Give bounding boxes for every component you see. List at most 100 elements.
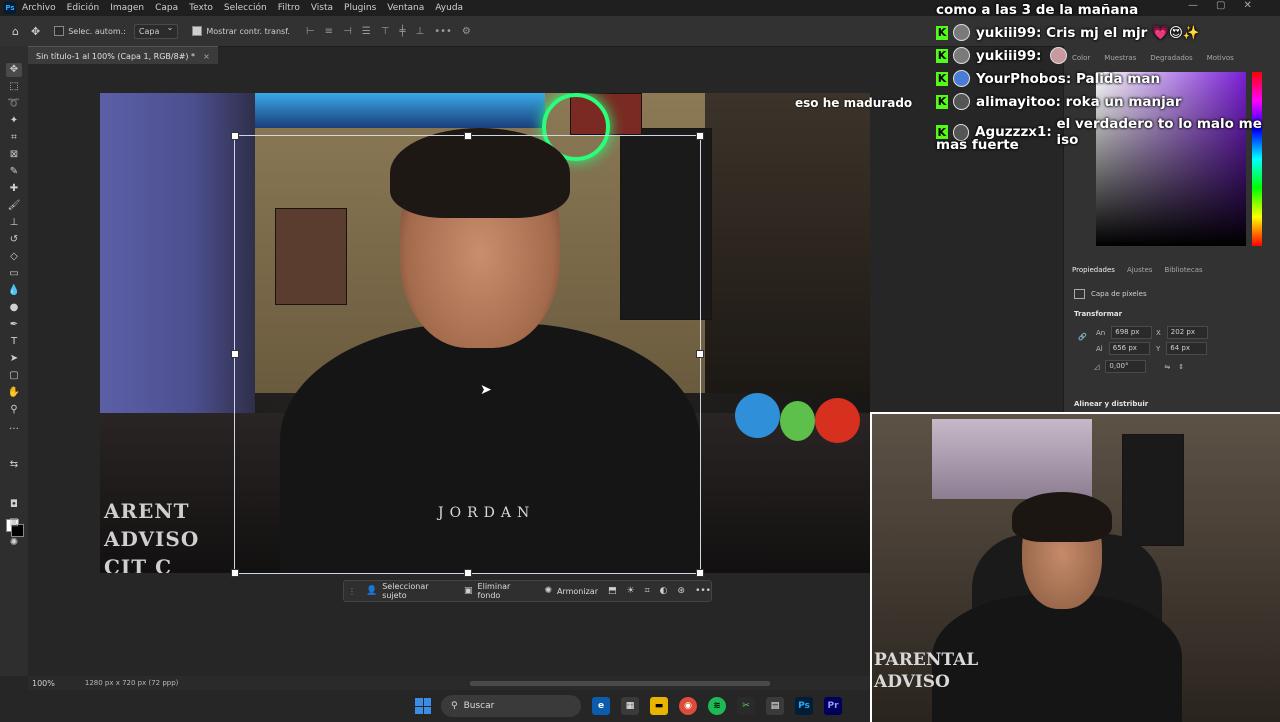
align-top-icon[interactable]: ⊤ — [381, 26, 390, 37]
quick-mask-icon[interactable]: ◘ — [6, 498, 22, 512]
store-icon[interactable]: ▦ — [621, 697, 639, 715]
move-tool-icon[interactable]: ✥ — [31, 25, 40, 38]
document-info[interactable]: 1280 px x 720 px (72 ppp) — [85, 679, 179, 687]
more-options-icon[interactable]: ••• — [434, 26, 452, 37]
path-selection-tool-icon[interactable]: ➤ — [6, 352, 22, 366]
horizontal-scrollbar[interactable] — [470, 681, 770, 686]
contrast-icon[interactable]: ◐ — [660, 586, 668, 596]
height-input[interactable]: 656 px — [1108, 342, 1150, 355]
angle-input[interactable]: 0,00° — [1105, 360, 1147, 373]
magic-wand-tool-icon[interactable]: ✦ — [6, 114, 22, 128]
healing-brush-tool-icon[interactable]: ✚ — [6, 182, 22, 196]
zoom-level[interactable]: 100% — [32, 679, 55, 688]
screen-mode-icon[interactable]: ▣ — [6, 516, 22, 530]
lasso-tool-icon[interactable]: ➰ — [6, 97, 22, 111]
swap-colors-icon[interactable]: ⇆ — [6, 458, 22, 472]
transform-handle-top-right[interactable] — [696, 132, 704, 140]
taskbar-search[interactable]: ⚲ Buscar — [441, 695, 581, 717]
generative-fill-icon[interactable]: ✺ — [6, 536, 22, 550]
adjust-icon[interactable]: ☀ — [627, 586, 635, 596]
eraser-tool-icon[interactable]: ◇ — [6, 250, 22, 264]
gradient-tool-icon[interactable]: ▭ — [6, 267, 22, 281]
drag-handle-icon[interactable]: ⋮ — [348, 587, 356, 596]
align-section-title[interactable]: Alinear y distribuir — [1074, 400, 1148, 408]
home-icon[interactable]: ⌂ — [12, 25, 19, 38]
transform-handle-right[interactable] — [696, 350, 704, 358]
mask-icon[interactable]: ⬒ — [608, 586, 617, 596]
align-center-icon[interactable]: ≡ — [325, 26, 333, 37]
transform-handle-top-left[interactable] — [231, 132, 239, 140]
menu-filtro[interactable]: Filtro — [278, 3, 300, 13]
align-distribute-icon[interactable]: ☰ — [362, 26, 371, 37]
edge-browser-icon[interactable]: e — [592, 697, 610, 715]
tab-adjustments[interactable]: Ajustes — [1127, 266, 1153, 274]
frame-tool-icon[interactable]: ⊠ — [6, 148, 22, 162]
flip-horizontal-icon[interactable]: ⇋ — [1164, 363, 1170, 371]
spotify-icon[interactable]: ≋ — [708, 697, 726, 715]
menu-seleccion[interactable]: Selección — [224, 3, 267, 13]
y-input[interactable]: 64 px — [1166, 342, 1208, 355]
close-window-icon[interactable]: ✕ — [1243, 0, 1251, 11]
width-input[interactable]: 698 px — [1111, 326, 1153, 339]
transform-handle-left[interactable] — [231, 350, 239, 358]
eyedropper-tool-icon[interactable]: ✎ — [6, 165, 22, 179]
select-subject-button[interactable]: 👤 Seleccionar sujeto — [366, 582, 454, 600]
remove-background-button[interactable]: ▣ Eliminar fondo — [464, 582, 534, 600]
layer-select-dropdown[interactable]: Capa — [133, 23, 179, 39]
flip-vertical-icon[interactable]: ⇕ — [1178, 363, 1184, 371]
menu-plugins[interactable]: Plugins — [344, 3, 376, 13]
marquee-tool-icon[interactable]: ⬚ — [6, 80, 22, 94]
harmonize-button[interactable]: ✺ Armonizar — [544, 586, 598, 596]
close-tab-icon[interactable]: × — [203, 52, 210, 61]
settings-gear-icon[interactable]: ⚙ — [462, 26, 471, 37]
type-tool-icon[interactable]: T — [6, 335, 22, 349]
align-middle-icon[interactable]: ╪ — [399, 26, 405, 37]
maximize-icon[interactable]: ▢ — [1216, 0, 1225, 11]
blur-tool-icon[interactable]: 💧 — [6, 284, 22, 298]
transform-handle-top[interactable] — [464, 132, 472, 140]
rectangle-tool-icon[interactable]: ▢ — [6, 369, 22, 383]
align-right-icon[interactable]: ⊣ — [343, 26, 352, 37]
menu-capa[interactable]: Capa — [155, 3, 178, 13]
tab-libraries[interactable]: Bibliotecas — [1164, 266, 1202, 274]
app-icon[interactable]: ✂ — [737, 697, 755, 715]
photoshop-taskbar-icon[interactable]: Ps — [795, 697, 813, 715]
dodge-tool-icon[interactable]: ● — [6, 301, 22, 315]
x-input[interactable]: 202 px — [1166, 326, 1208, 339]
checkbox-box-checked[interactable] — [192, 26, 203, 36]
more-icon[interactable]: ••• — [695, 586, 711, 596]
minimize-icon[interactable]: — — [1188, 0, 1198, 11]
menu-edicion[interactable]: Edición — [67, 3, 100, 13]
transform-handle-bottom-right[interactable] — [696, 569, 704, 577]
menu-texto[interactable]: Texto — [189, 3, 213, 13]
hand-tool-icon[interactable]: ✋ — [6, 386, 22, 400]
transform-section-title[interactable]: Transformar — [1074, 310, 1122, 318]
menu-archivo[interactable]: Archivo — [22, 3, 56, 13]
link-dimensions-icon[interactable]: 🔗 — [1078, 333, 1087, 341]
more-tools-icon[interactable]: … — [6, 420, 22, 434]
transform-handle-bottom[interactable] — [464, 569, 472, 577]
windows-start-icon[interactable] — [415, 698, 431, 714]
pen-tool-icon[interactable]: ✒ — [6, 318, 22, 332]
menu-ventana[interactable]: Ventana — [387, 3, 424, 13]
align-left-icon[interactable]: ⊢ — [306, 26, 315, 37]
checkbox-box[interactable] — [54, 26, 65, 36]
file-explorer-icon[interactable]: ▬ — [650, 697, 668, 715]
app-icon[interactable]: ▤ — [766, 697, 784, 715]
menu-ayuda[interactable]: Ayuda — [435, 3, 463, 13]
menu-vista[interactable]: Vista — [311, 3, 333, 13]
crop-tool-icon[interactable]: ⌗ — [6, 131, 22, 145]
document-tab[interactable]: Sin título-1 al 100% (Capa 1, RGB/8#) * … — [28, 46, 218, 65]
crop-icon[interactable]: ⌗ — [645, 586, 650, 596]
premiere-taskbar-icon[interactable]: Pr — [824, 697, 842, 715]
history-brush-tool-icon[interactable]: ↺ — [6, 233, 22, 247]
align-bottom-icon[interactable]: ⊥ — [416, 26, 425, 37]
move-tool-icon[interactable]: ✥ — [6, 63, 22, 77]
show-transform-checkbox[interactable]: Mostrar contr. transf. — [192, 26, 290, 36]
tab-properties[interactable]: Propiedades — [1072, 266, 1115, 274]
transform-handle-bottom-left[interactable] — [231, 569, 239, 577]
filter-icon[interactable]: ⊛ — [678, 586, 686, 596]
brush-tool-icon[interactable]: 🖌 — [6, 199, 22, 213]
chrome-icon[interactable]: ◉ — [679, 697, 697, 715]
photoshop-logo-icon[interactable]: Ps — [4, 2, 16, 14]
